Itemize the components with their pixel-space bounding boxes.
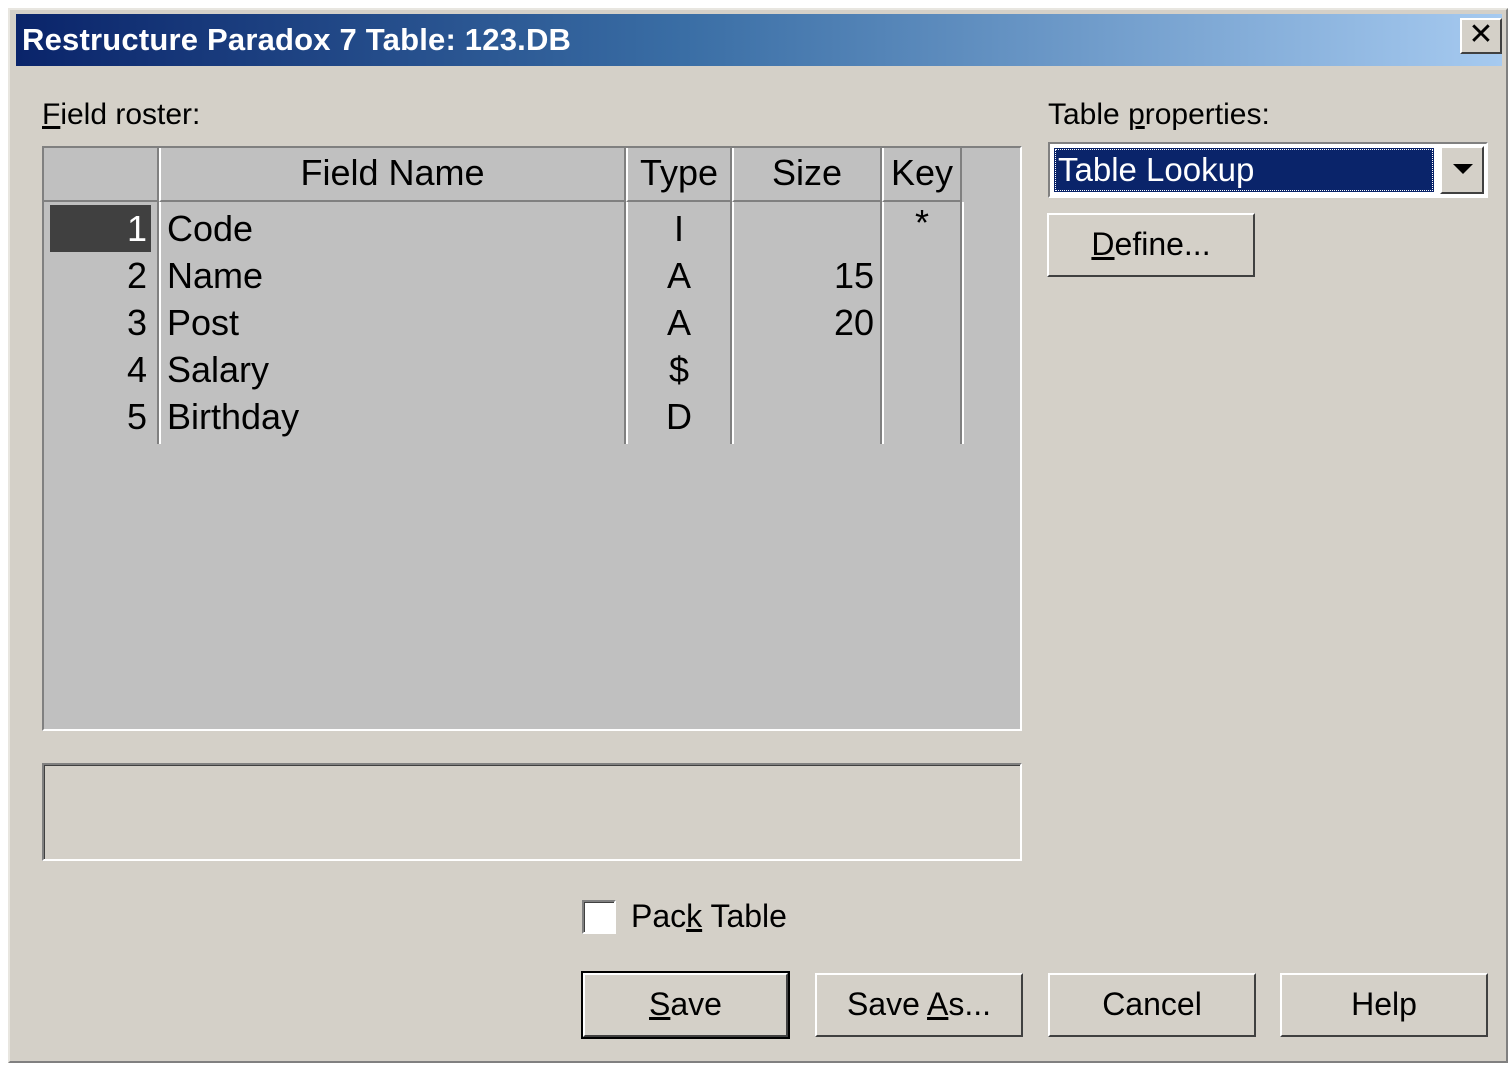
table-properties-select[interactable]: Table Lookup bbox=[1048, 142, 1488, 198]
row-number[interactable]: 1 bbox=[50, 205, 151, 252]
field-name-cell[interactable]: Birthday bbox=[167, 393, 622, 440]
field-name-cell[interactable]: Salary bbox=[167, 346, 622, 393]
field-name-header[interactable]: Field Name bbox=[159, 148, 626, 202]
type-cell[interactable]: A bbox=[626, 252, 732, 299]
close-icon: ✕ bbox=[1468, 18, 1494, 51]
type-header[interactable]: Type bbox=[626, 148, 732, 202]
column-divider-highlight bbox=[962, 202, 964, 444]
key-cell[interactable] bbox=[882, 387, 962, 434]
define-button[interactable]: Define... bbox=[1047, 213, 1255, 277]
type-cell[interactable]: D bbox=[626, 393, 732, 440]
pack-table-checkbox[interactable] bbox=[582, 900, 616, 934]
window-title: Restructure Paradox 7 Table: 123.DB bbox=[22, 22, 572, 57]
table-properties-label: Table properties: bbox=[1048, 98, 1270, 131]
row-number[interactable]: 3 bbox=[50, 299, 151, 346]
type-cell[interactable]: A bbox=[626, 299, 732, 346]
row-number-header bbox=[44, 148, 159, 202]
table-properties-selected-value: Table Lookup bbox=[1054, 148, 1434, 192]
close-button[interactable]: ✕ bbox=[1460, 18, 1502, 54]
save-as-button[interactable]: Save As... bbox=[815, 973, 1023, 1037]
help-button[interactable]: Help bbox=[1280, 973, 1488, 1037]
field-name-cell[interactable]: Code bbox=[167, 205, 622, 252]
size-cell[interactable] bbox=[732, 205, 874, 252]
row-number[interactable]: 2 bbox=[50, 252, 151, 299]
size-cell[interactable] bbox=[732, 393, 874, 440]
row-number[interactable]: 4 bbox=[50, 346, 151, 393]
chevron-down-icon[interactable] bbox=[1440, 146, 1484, 194]
field-roster-label: Field roster: bbox=[42, 98, 201, 131]
size-cell[interactable]: 15 bbox=[732, 252, 874, 299]
key-cell[interactable] bbox=[882, 293, 962, 340]
key-header[interactable]: Key bbox=[882, 148, 962, 202]
field-description-panel bbox=[42, 763, 1022, 861]
size-header[interactable]: Size bbox=[732, 148, 882, 202]
field-roster-grid[interactable]: Field Name Type Size Key 1 Code I * 2 Name A 15 3 Pos… bbox=[42, 146, 1022, 731]
column-divider-highlight bbox=[159, 202, 161, 444]
pack-table-label[interactable]: Pack Table bbox=[631, 898, 787, 935]
title-bar: Restructure Paradox 7 Table: 123.DB bbox=[16, 14, 1502, 66]
key-cell[interactable] bbox=[882, 246, 962, 293]
key-cell[interactable]: * bbox=[882, 199, 962, 246]
key-cell[interactable] bbox=[882, 340, 962, 387]
field-name-cell[interactable]: Name bbox=[167, 252, 622, 299]
size-cell[interactable] bbox=[732, 346, 874, 393]
restructure-dialog: Restructure Paradox 7 Table: 123.DB ✕ Fi… bbox=[8, 8, 1508, 1063]
size-cell[interactable]: 20 bbox=[732, 299, 874, 346]
type-cell[interactable]: I bbox=[626, 205, 732, 252]
row-number[interactable]: 5 bbox=[50, 393, 151, 440]
cancel-button[interactable]: Cancel bbox=[1048, 973, 1256, 1037]
type-cell[interactable]: $ bbox=[626, 346, 732, 393]
save-button[interactable]: Save bbox=[581, 971, 790, 1039]
field-name-cell[interactable]: Post bbox=[167, 299, 622, 346]
